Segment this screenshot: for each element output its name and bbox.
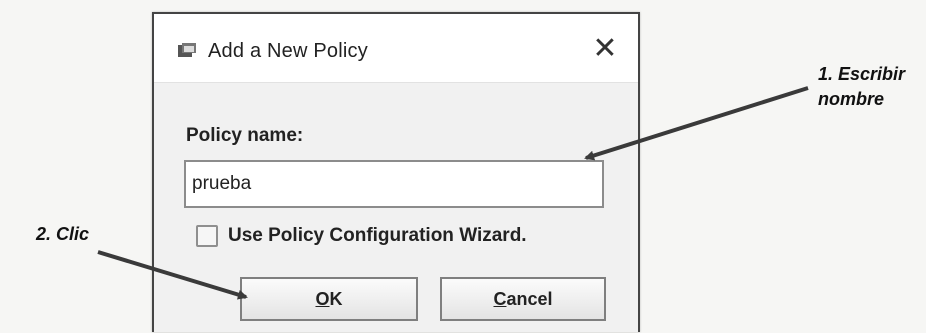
title-bar: Add a New Policy ✕ bbox=[154, 14, 638, 82]
dialog-content: Policy name: Use Policy Configuration Wi… bbox=[154, 82, 638, 332]
cancel-label-rest: ancel bbox=[506, 288, 553, 309]
ok-button[interactable]: OK bbox=[240, 277, 418, 321]
close-icon[interactable]: ✕ bbox=[590, 34, 620, 64]
wizard-checkbox[interactable] bbox=[196, 225, 218, 247]
add-policy-dialog: Add a New Policy ✕ Policy name: Use Poli… bbox=[152, 12, 640, 332]
step2-annotation: 2. Clic bbox=[36, 224, 90, 244]
step1-line1: 1. Escribir bbox=[818, 64, 906, 84]
policy-name-label: Policy name: bbox=[186, 125, 304, 146]
step1-line2: nombre bbox=[818, 89, 885, 109]
wizard-checkbox-row[interactable]: Use Policy Configuration Wizard. bbox=[196, 221, 527, 251]
app-window-icon bbox=[178, 43, 196, 57]
cancel-button[interactable]: Cancel bbox=[440, 277, 606, 321]
wizard-checkbox-label[interactable]: Use Policy Configuration Wizard. bbox=[228, 225, 527, 247]
cancel-mnemonic: C bbox=[493, 288, 507, 309]
ok-mnemonic: O bbox=[315, 288, 330, 309]
dialog-title: Add a New Policy bbox=[208, 40, 368, 62]
ok-label-rest: K bbox=[329, 288, 343, 309]
policy-name-input[interactable] bbox=[184, 160, 604, 208]
step1-annotation: 1. Escribir nombre bbox=[818, 62, 905, 112]
